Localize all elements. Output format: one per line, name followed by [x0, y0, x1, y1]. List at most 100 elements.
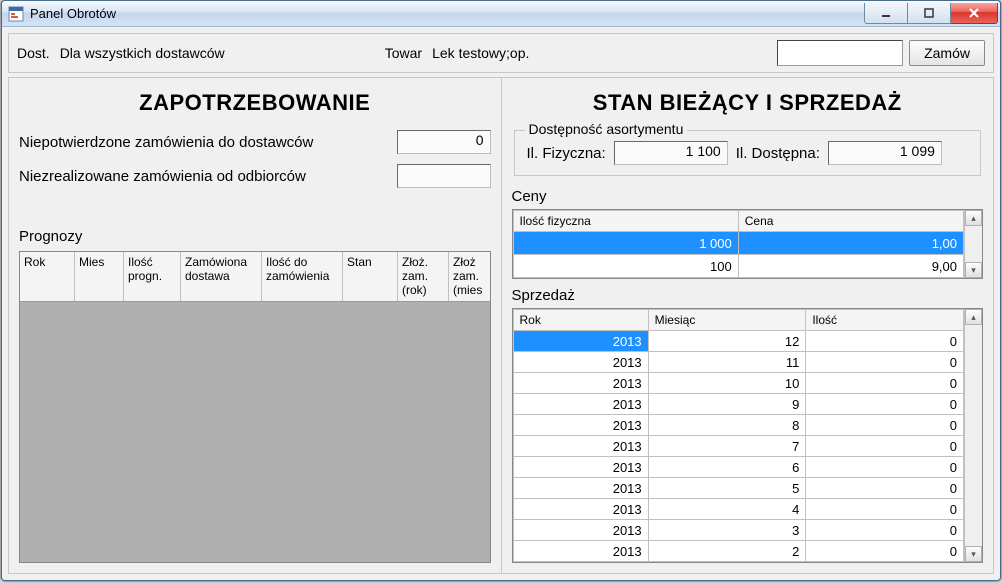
cell-miesiac: 7	[648, 436, 806, 457]
col-zloz-rok[interactable]: Złoż. zam. (rok)	[398, 252, 449, 301]
table-row[interactable]: 201370	[513, 436, 964, 457]
prognozy-grid[interactable]: Rok Mies Ilość progn. Zamówiona dostawa …	[19, 251, 491, 563]
table-row[interactable]: 2013110	[513, 352, 964, 373]
cell-ilosc: 0	[806, 352, 964, 373]
cell-miesiac: 5	[648, 478, 806, 499]
col-rok[interactable]: Rok	[20, 252, 75, 301]
cell-cena: 1,00	[738, 232, 963, 255]
ceny-col-cena[interactable]: Cena	[738, 211, 963, 232]
sprzedaz-col-rok[interactable]: Rok	[513, 310, 648, 331]
supplier-label: Dost.	[17, 45, 50, 61]
ceny-table-wrap: Ilość fizyczna Cena 1 0001,001009,00 ▴ ▾	[512, 209, 984, 279]
cell-miesiac: 10	[648, 373, 806, 394]
sprzedaz-table[interactable]: Rok Miesiąc Ilość 2013120201311020131002…	[513, 309, 965, 562]
stock-panel: STAN BIEŻĄCY I SPRZEDAŻ Dostępność asort…	[502, 77, 995, 574]
cell-ilosc: 100	[513, 255, 738, 278]
cell-ilosc: 0	[806, 457, 964, 478]
table-row[interactable]: 201330	[513, 520, 964, 541]
cell-rok: 2013	[513, 457, 648, 478]
cell-miesiac: 3	[648, 520, 806, 541]
order-button[interactable]: Zamów	[909, 40, 985, 66]
demand-panel: ZAPOTRZEBOWANIE Niepotwierdzone zamówien…	[8, 77, 502, 574]
window-title: Panel Obrotów	[30, 6, 864, 21]
table-row[interactable]: 2013120	[513, 331, 964, 352]
unconfirmed-value: 0	[397, 130, 491, 154]
ceny-scrollbar[interactable]: ▴ ▾	[964, 210, 982, 278]
cell-rok: 2013	[513, 394, 648, 415]
cell-rok: 2013	[513, 499, 648, 520]
stock-title: STAN BIEŻĄCY I SPRZEDAŻ	[512, 90, 984, 116]
ceny-table[interactable]: Ilość fizyczna Cena 1 0001,001009,00	[513, 210, 965, 278]
maximize-button[interactable]	[908, 3, 951, 24]
table-row[interactable]: 1009,00	[513, 255, 964, 278]
cell-rok: 2013	[513, 520, 648, 541]
cell-ilosc: 0	[806, 394, 964, 415]
cell-miesiac: 6	[648, 457, 806, 478]
cell-miesiac: 4	[648, 499, 806, 520]
cell-ilosc: 0	[806, 541, 964, 562]
table-row[interactable]: 2013100	[513, 373, 964, 394]
col-stan[interactable]: Stan	[343, 252, 398, 301]
cell-rok: 2013	[513, 478, 648, 499]
product-input[interactable]	[428, 43, 771, 63]
table-row[interactable]: 201350	[513, 478, 964, 499]
demand-title: ZAPOTRZEBOWANIE	[19, 90, 491, 116]
unconfirmed-row: Niepotwierdzone zamówienia do dostawców …	[19, 130, 491, 154]
table-row[interactable]: 201320	[513, 541, 964, 562]
cell-miesiac: 9	[648, 394, 806, 415]
table-row[interactable]: 201380	[513, 415, 964, 436]
unconfirmed-label: Niepotwierdzone zamówienia do dostawców	[19, 134, 397, 151]
sprzedaz-table-wrap: Rok Miesiąc Ilość 2013120201311020131002…	[512, 308, 984, 563]
cell-ilosc: 0	[806, 520, 964, 541]
table-row[interactable]: 1 0001,00	[513, 232, 964, 255]
cell-rok: 2013	[513, 415, 648, 436]
ceny-label: Ceny	[512, 188, 984, 205]
col-ilosc-progn[interactable]: Ilość progn.	[124, 252, 181, 301]
unfulfilled-label: Niezrealizowane zamówienia od odbiorców	[19, 168, 397, 185]
scroll-down-icon[interactable]: ▾	[965, 262, 982, 278]
cell-miesiac: 11	[648, 352, 806, 373]
product-label: Towar	[385, 45, 422, 61]
availability-legend: Dostępność asortymentu	[525, 121, 688, 137]
cell-ilosc: 0	[806, 331, 964, 352]
cell-miesiac: 8	[648, 415, 806, 436]
close-button[interactable]	[951, 3, 998, 24]
unfulfilled-value	[397, 164, 491, 188]
scroll-up-icon[interactable]: ▴	[965, 309, 982, 325]
availability-group: Dostępność asortymentu Il. Fizyczna: 1 1…	[514, 130, 982, 176]
sprzedaz-col-ilosc[interactable]: Ilość	[806, 310, 964, 331]
scroll-up-icon[interactable]: ▴	[965, 210, 982, 226]
cell-ilosc: 0	[806, 415, 964, 436]
cell-rok: 2013	[513, 352, 648, 373]
table-row[interactable]: 201360	[513, 457, 964, 478]
minimize-button[interactable]	[864, 3, 908, 24]
sprzedaz-scrollbar[interactable]: ▴ ▾	[964, 309, 982, 562]
cell-rok: 2013	[513, 541, 648, 562]
col-ilosc-do-zam[interactable]: Ilość do zamówienia	[262, 252, 343, 301]
cell-rok: 2013	[513, 331, 648, 352]
cell-ilosc: 0	[806, 373, 964, 394]
cell-cena: 9,00	[738, 255, 963, 278]
prognozy-header: Rok Mies Ilość progn. Zamówiona dostawa …	[20, 252, 490, 302]
sprzedaz-col-miesiac[interactable]: Miesiąc	[648, 310, 806, 331]
col-mies[interactable]: Mies	[75, 252, 124, 301]
physical-value: 1 100	[614, 141, 728, 165]
table-row[interactable]: 201390	[513, 394, 964, 415]
supplier-input[interactable]	[56, 43, 375, 63]
ceny-col-ilosc[interactable]: Ilość fizyczna	[513, 211, 738, 232]
cell-ilosc: 0	[806, 436, 964, 457]
quantity-input[interactable]	[777, 40, 903, 66]
availability-row: Il. Fizyczna: 1 100 Il. Dostępna: 1 099	[527, 141, 971, 165]
cell-rok: 2013	[513, 436, 648, 457]
col-zam-dostawa[interactable]: Zamówiona dostawa	[181, 252, 262, 301]
scroll-down-icon[interactable]: ▾	[965, 546, 982, 562]
table-row[interactable]: 201340	[513, 499, 964, 520]
available-label: Il. Dostępna:	[736, 145, 820, 162]
cell-miesiac: 12	[648, 331, 806, 352]
prognozy-label: Prognozy	[19, 228, 491, 245]
cell-rok: 2013	[513, 373, 648, 394]
app-icon	[8, 6, 24, 22]
cell-ilosc: 1 000	[513, 232, 738, 255]
cell-ilosc: 0	[806, 478, 964, 499]
col-zloz-mies[interactable]: Złoż zam. (mies	[449, 252, 490, 301]
